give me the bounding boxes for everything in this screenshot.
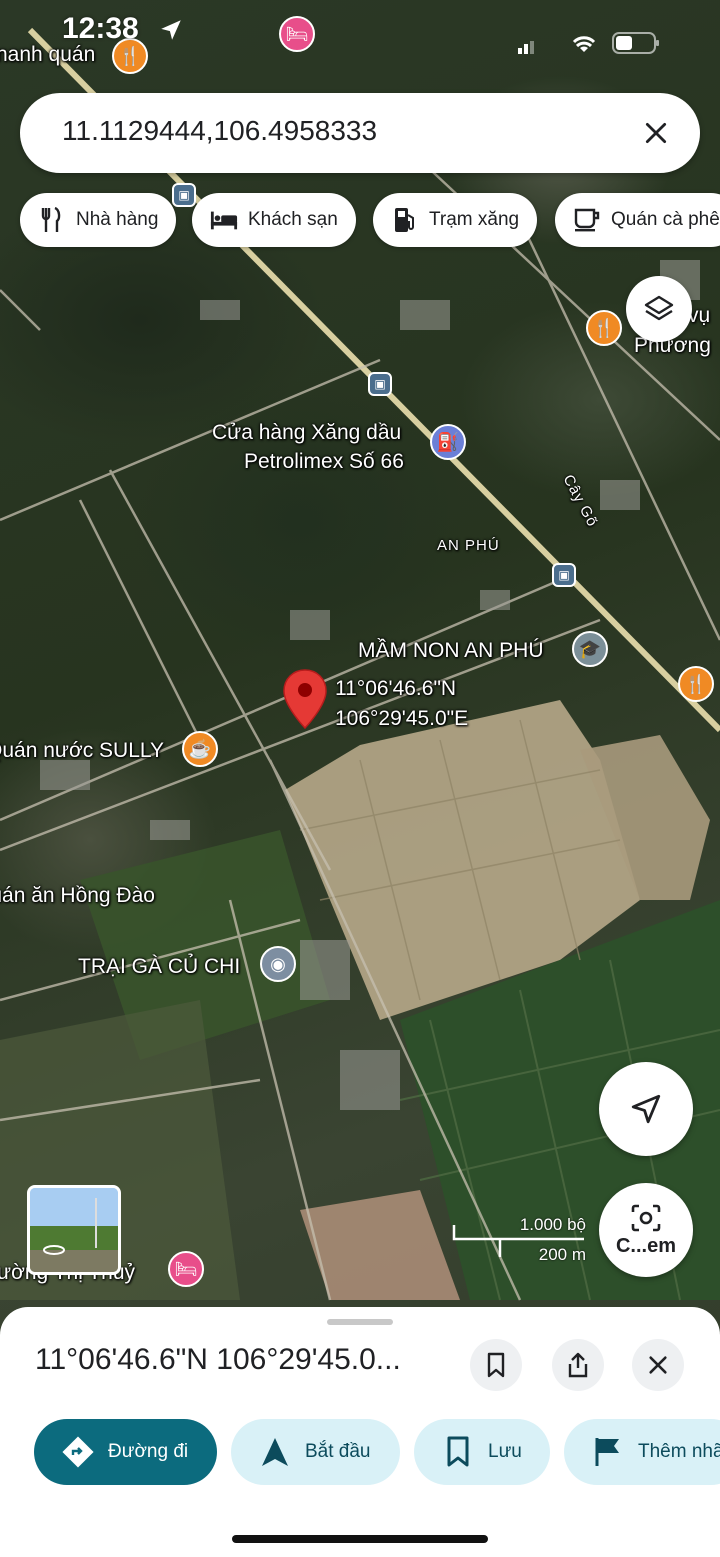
chip-coffee[interactable]: Quán cà phê — [555, 193, 720, 247]
camera-icon — [631, 1204, 661, 1231]
my-location-button[interactable] — [599, 1062, 693, 1156]
add-label-button[interactable]: Thêm nhã — [564, 1419, 720, 1485]
chip-hotels[interactable]: Khách sạn — [192, 193, 356, 247]
location-arrow-icon — [161, 20, 181, 40]
save-action-button[interactable]: Lưu — [414, 1419, 550, 1485]
school-poi-icon[interactable]: 🎓 — [572, 631, 608, 667]
bus-stop-icon[interactable]: ▣ — [368, 372, 392, 396]
chip-label: Nhà hàng — [76, 209, 159, 230]
place-poi-icon[interactable]: ◉ — [260, 946, 296, 982]
add-label-label: Thêm nhã — [638, 1441, 720, 1462]
camera-button-label: C...em — [615, 1234, 677, 1257]
navigation-arrow-icon — [257, 1434, 293, 1470]
scale-imperial: 1.000 bộ — [519, 1215, 586, 1234]
map-label-hong-dao: Quán ăn Hồng Đào — [0, 884, 155, 907]
pin-latitude-label: 11°06'46.6"N — [335, 677, 457, 700]
map-label-petrol-2: Petrolimex Số 66 — [244, 450, 404, 473]
place-bottom-sheet[interactable]: 11°06'46.6"N 106°29'45.0... Đường đi Bắt… — [0, 1307, 720, 1557]
status-bar: 12:38 — [0, 0, 720, 60]
directions-button[interactable]: Đường đi — [34, 1419, 217, 1485]
close-icon — [649, 1356, 667, 1374]
start-button[interactable]: Bắt đầu — [231, 1419, 400, 1485]
flag-icon — [590, 1434, 626, 1470]
gas-station-icon — [391, 206, 419, 234]
camera-search-button[interactable]: C...em — [599, 1183, 693, 1277]
map-label-mam-non: MẦM NON AN PHÚ — [358, 639, 544, 662]
scale-metric: 200 m — [538, 1245, 586, 1264]
share-icon — [568, 1352, 588, 1378]
pin-longitude-label: 106°29'45.0"E — [335, 707, 469, 730]
dropped-pin-icon[interactable] — [281, 668, 329, 732]
directions-label: Đường đi — [108, 1441, 189, 1462]
start-label: Bắt đầu — [305, 1441, 371, 1462]
hotel-icon — [210, 206, 238, 234]
chip-restaurants[interactable]: Nhà hàng — [20, 193, 177, 247]
chip-label: Quán cà phê — [611, 209, 720, 230]
map-label-an-phu: AN PHÚ — [437, 537, 500, 554]
chip-label: Trạm xăng — [429, 209, 520, 230]
wifi-icon — [572, 36, 596, 52]
chip-label: Khách sạn — [248, 209, 338, 230]
bus-stop-icon[interactable]: ▣ — [552, 563, 576, 587]
map-label-quan-nuoc: Quán nước SULLY — [0, 739, 165, 762]
bookmark-icon — [440, 1434, 476, 1470]
restaurant-poi-icon[interactable]: 🍴 — [678, 666, 714, 702]
map-layers-button[interactable] — [626, 276, 692, 342]
clear-search-button[interactable] — [634, 111, 678, 155]
close-sheet-button[interactable] — [632, 1339, 684, 1391]
street-view-thumbnail[interactable] — [27, 1185, 121, 1275]
map-label-petrol-1: Cửa hàng Xăng dầu — [212, 421, 402, 444]
save-label: Lưu — [488, 1441, 522, 1462]
share-button[interactable] — [552, 1339, 604, 1391]
coffee-icon — [573, 206, 601, 234]
place-title: 11°06'46.6"N 106°29'45.0... — [35, 1343, 401, 1376]
street-view-image — [30, 1188, 118, 1272]
hotel-poi-icon[interactable]: 🛏 — [168, 1251, 204, 1287]
restaurant-icon — [38, 206, 66, 234]
cellular-signal-icon — [518, 41, 534, 54]
layers-icon — [644, 295, 674, 321]
coffee-poi-icon[interactable]: ☕ — [182, 731, 218, 767]
home-indicator — [232, 1535, 488, 1543]
clock: 12:38 — [62, 12, 139, 45]
sheet-drag-handle[interactable] — [327, 1319, 393, 1325]
category-chips: Nhà hàng Khách sạn Trạm xăng Quán cà phê — [20, 193, 720, 247]
battery-icon — [612, 32, 659, 54]
navigation-arrow-icon — [631, 1094, 661, 1124]
map-scale: 1.000 bộ 200 m — [452, 1215, 586, 1267]
search-bar[interactable]: 11.1129444,106.4958333 — [20, 93, 700, 173]
gas-station-poi-icon[interactable]: ⛽ — [430, 424, 466, 460]
save-button[interactable] — [470, 1339, 522, 1391]
search-input[interactable]: 11.1129444,106.4958333 — [62, 115, 377, 147]
directions-icon — [60, 1434, 96, 1470]
chip-gas-stations[interactable]: Trạm xăng — [373, 193, 538, 247]
close-icon — [645, 122, 667, 144]
bookmark-icon — [487, 1352, 505, 1378]
map-label-trai-ga: TRẠI GÀ CỦ CHI — [78, 955, 241, 978]
restaurant-poi-icon[interactable]: 🍴 — [586, 310, 622, 346]
